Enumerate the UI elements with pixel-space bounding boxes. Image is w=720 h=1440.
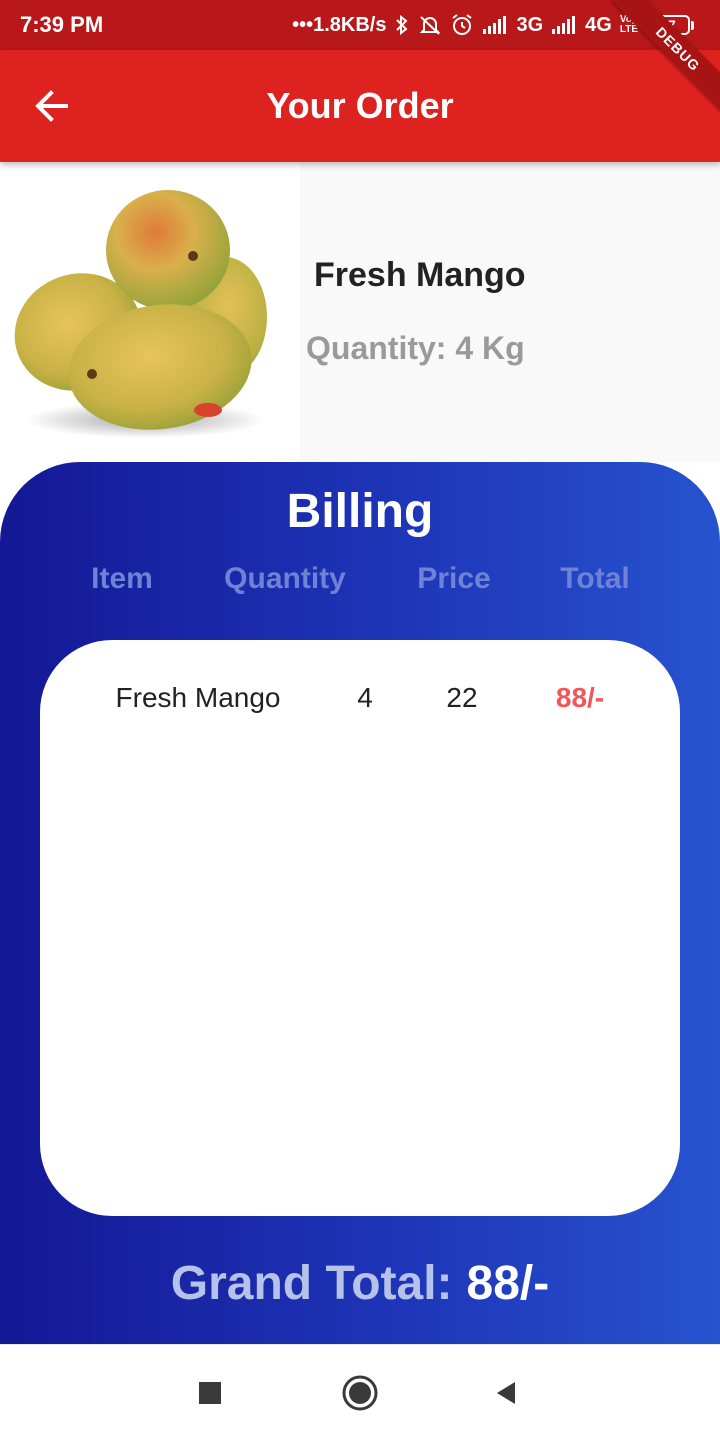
network-3g-label: 3G: [516, 13, 544, 36]
signal-icon: [483, 16, 507, 34]
bluetooth-icon: [396, 14, 408, 36]
arrow-back-icon: [35, 90, 68, 122]
row-total: 88/-: [555, 682, 605, 713]
network-4g-label: 4G: [585, 13, 612, 36]
network-speed: •••1.8KB/s: [292, 13, 387, 36]
app-bar: Your Order: [0, 50, 720, 162]
home-button[interactable]: [338, 1371, 382, 1415]
home-icon: [342, 1375, 378, 1411]
billing-title: Billing: [286, 485, 434, 538]
grand-total: Grand Total: 88/-: [0, 1256, 720, 1311]
notifications-off-icon: [420, 16, 441, 35]
product-name: Fresh Mango: [314, 256, 526, 294]
row-quantity: 4: [357, 682, 373, 713]
grand-total-value: 88/-: [466, 1257, 550, 1310]
status-time: 7:39 PM: [20, 12, 104, 37]
battery-tip: [691, 20, 694, 30]
navigation-bar: [0, 1344, 720, 1440]
bill-card: Fresh Mango 4 22 88/-: [40, 640, 680, 1216]
product-quantity: Quantity: 4 Kg: [306, 330, 525, 366]
alarm-icon: [452, 14, 473, 35]
header-item: Item: [91, 562, 153, 595]
product-section: Fresh Mango Quantity: 4 Kg: [0, 162, 720, 462]
status-bar: 7:39 PM •••1.8KB/s 3G 4G Vo) LTE: [0, 0, 720, 50]
signal-icon-2: [552, 16, 576, 34]
volte-bottom-label: LTE: [619, 24, 638, 35]
header-quantity: Quantity: [224, 562, 346, 595]
back-button[interactable]: [24, 78, 80, 134]
mango-illustration: [14, 190, 267, 438]
recent-apps-button[interactable]: [188, 1371, 232, 1415]
recent-apps-icon: [199, 1382, 221, 1404]
back-icon: [497, 1382, 515, 1404]
header-price: Price: [417, 562, 491, 595]
grand-total-label: Grand Total:: [170, 1257, 453, 1310]
mango-image: [0, 162, 300, 462]
billing-panel: Billing Item Quantity Price Total Fresh …: [0, 462, 720, 1344]
nav-back-button[interactable]: [484, 1371, 528, 1415]
page-title: Your Order: [266, 85, 454, 126]
header-total: Total: [560, 562, 630, 595]
row-price: 22: [446, 682, 478, 713]
row-item: Fresh Mango: [115, 682, 281, 713]
